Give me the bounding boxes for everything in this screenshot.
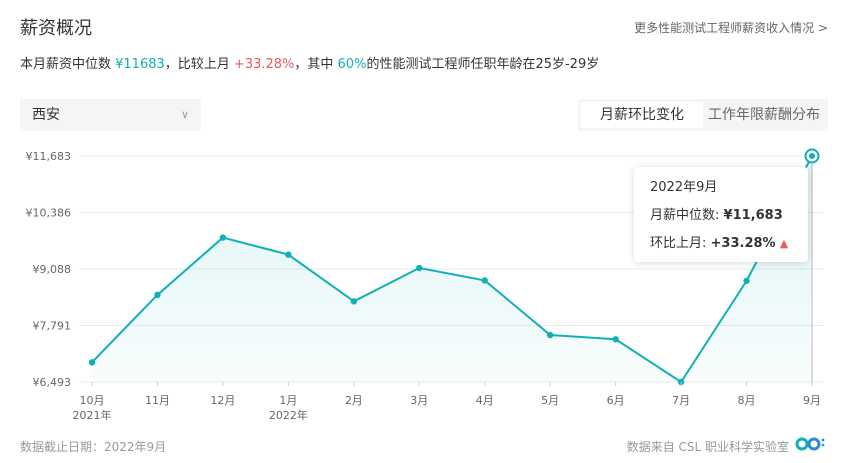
data-point xyxy=(612,336,619,343)
y-tick-label: ¥11,683 xyxy=(26,150,72,163)
tooltip-change-value: +33.28% xyxy=(710,236,776,251)
data-point xyxy=(416,264,423,272)
data-point xyxy=(481,277,488,284)
chevron-down-icon: ∨ xyxy=(180,108,189,121)
data-point xyxy=(219,234,227,241)
x-tick-label: 10月 xyxy=(80,394,105,407)
tab-experience-distribution[interactable]: 工作年限薪酬分布 xyxy=(703,102,825,128)
page-title: 薪资概况 xyxy=(20,18,92,39)
x-year-label: 2022年 xyxy=(269,408,308,422)
x-tick-label: 9月 xyxy=(803,394,821,407)
tooltip-change-label: 环比上月: xyxy=(650,236,707,251)
tab-monthly-change[interactable]: 月薪环比变化 xyxy=(581,102,703,128)
x-tick-label: 7月 xyxy=(672,394,690,407)
data-point xyxy=(546,331,554,339)
summary-suffix: 的性能测试工程师任职年龄在25岁-29岁 xyxy=(366,57,600,72)
y-tick-label: ¥7,791 xyxy=(33,320,72,333)
x-tick-label: 11月 xyxy=(145,394,170,407)
y-tick-label: ¥10,386 xyxy=(26,207,72,220)
x-tick-label: 4月 xyxy=(476,394,494,407)
summary-mid2: ，其中 xyxy=(294,57,338,72)
data-point xyxy=(285,251,292,258)
tooltip-median-label: 月薪中位数: xyxy=(650,208,720,223)
x-year-label: 2021年 xyxy=(73,408,112,422)
tooltip-change-row: 环比上月: +33.28% ▲ xyxy=(650,232,792,251)
tooltip-median-value: ¥11,683 xyxy=(723,208,783,223)
data-point xyxy=(743,277,750,285)
summary-mid1: ，比较上月 xyxy=(164,57,234,72)
y-tick-label: ¥9,088 xyxy=(33,263,72,276)
data-date-note: 数据截止日期：2022年9月 xyxy=(20,440,167,454)
summary-prefix: 本月薪资中位数 xyxy=(20,57,116,72)
up-triangle-icon: ▲ xyxy=(779,237,789,250)
data-point xyxy=(154,291,161,299)
summary-percent: 60% xyxy=(337,57,367,72)
salary-summary: 本月薪资中位数 ¥11683，比较上月 +33.28%，其中 60%的性能测试工… xyxy=(20,53,599,72)
x-tick-label: 3月 xyxy=(410,394,428,407)
y-tick-label: ¥6,493 xyxy=(33,376,72,389)
highlight-point xyxy=(809,153,815,159)
x-tick-label: 6月 xyxy=(607,394,625,407)
data-source: 数据来自 CSL 职业科学实验室 xyxy=(626,440,789,454)
chart-tabs: 月薪环比变化 工作年限薪酬分布 xyxy=(578,99,828,131)
summary-change: +33.28% xyxy=(233,57,295,72)
city-select-value: 西安 xyxy=(32,107,60,123)
tooltip-median-row: 月薪中位数: ¥11,683 xyxy=(650,204,792,223)
x-tick-label: 2月 xyxy=(345,394,363,407)
more-salary-link[interactable]: 更多性能测试工程师薪资收入情况 > xyxy=(634,19,828,36)
x-tick-label: 8月 xyxy=(738,394,756,407)
x-tick-label: 5月 xyxy=(541,394,559,407)
summary-median: ¥11683 xyxy=(115,57,165,72)
csl-logo-icon xyxy=(795,437,825,451)
data-point xyxy=(88,359,96,366)
chart-tooltip: 2022年9月 月薪中位数: ¥11,683 环比上月: +33.28% ▲ xyxy=(634,167,808,262)
x-tick-label: 12月 xyxy=(210,394,235,407)
data-point xyxy=(350,298,358,305)
tooltip-month: 2022年9月 xyxy=(650,180,718,195)
x-tick-label: 1月 xyxy=(279,394,297,407)
city-select[interactable]: 西安 ∨ xyxy=(20,99,201,131)
